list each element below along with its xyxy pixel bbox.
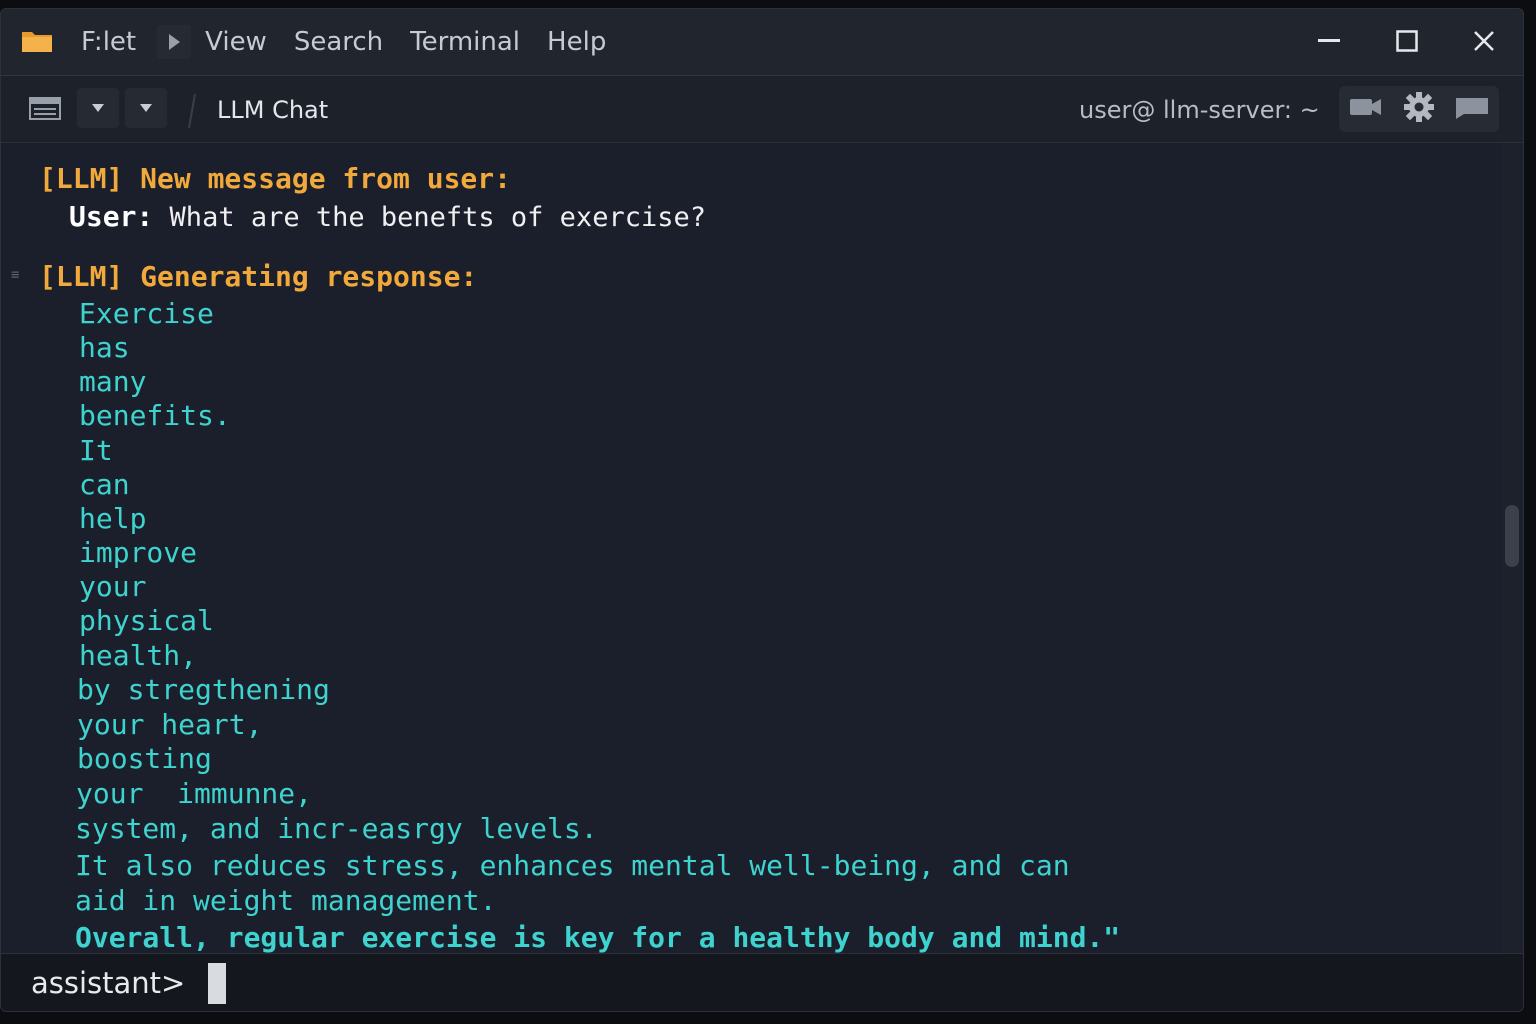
prompt-label: assistant> <box>31 966 186 1000</box>
response-line: can <box>79 468 130 501</box>
tab-separator <box>188 94 196 128</box>
llm-header-generating: [LLM] Generating response: <box>39 260 478 293</box>
dropdown-icon[interactable] <box>125 88 167 128</box>
host-label: user@ llm-server: ~ <box>1079 96 1320 124</box>
response-line: aid in weight management. <box>75 884 497 917</box>
response-line: system, and incr-easrgy levels. <box>75 812 598 845</box>
terminal-window: F:let View Search Terminal Help LLM Chat… <box>0 8 1524 1012</box>
user-label: User: <box>69 200 154 233</box>
response-line: It <box>79 434 113 467</box>
menu-view[interactable]: View <box>205 25 267 59</box>
response-line: Overall, regular exercise is key for a h… <box>75 921 1121 954</box>
response-line: boosting <box>77 742 212 775</box>
menu-bar: F:let View Search Terminal Help <box>81 25 633 59</box>
maximize-icon[interactable] <box>1387 23 1427 59</box>
user-question: What are the benefts of exercise? <box>153 202 706 233</box>
response-line: physical <box>79 604 214 637</box>
menu-file[interactable]: F:let <box>81 25 136 59</box>
response-line: has <box>79 331 130 364</box>
response-line: It also reduces stress, enhances mental … <box>75 849 1070 882</box>
gear-icon[interactable] <box>1403 91 1435 127</box>
response-line: many <box>79 365 147 398</box>
response-line: your heart, <box>77 708 263 741</box>
message-icon[interactable] <box>1454 94 1490 124</box>
minimize-icon[interactable] <box>1309 23 1349 59</box>
menu-help[interactable]: Help <box>547 25 606 59</box>
folder-icon <box>21 29 53 53</box>
gutter-marker: ≡ <box>11 267 20 283</box>
menu-terminal[interactable]: Terminal <box>410 25 520 59</box>
toolbar: LLM Chat user@ llm-server: ~ <box>1 76 1523 143</box>
close-icon[interactable] <box>1464 23 1504 59</box>
response-line: improve <box>79 536 198 569</box>
llm-header-new-message: [LLM] New message from user: <box>39 162 512 195</box>
terminal-output[interactable]: ≡ [LLM] New message from user: User: Wha… <box>1 143 1501 954</box>
response-line: benefits. <box>79 399 231 432</box>
response-line: health, <box>79 639 198 672</box>
camera-icon[interactable] <box>1348 94 1384 124</box>
response-line: your <box>79 570 147 603</box>
scrollbar-thumb[interactable] <box>1505 505 1519 567</box>
toolbar-actions <box>1339 86 1499 132</box>
sidebar-icon[interactable] <box>21 88 69 128</box>
response-line: your immunne, <box>76 777 313 810</box>
response-line: by stregthening <box>77 673 330 706</box>
dropdown-icon[interactable] <box>77 88 119 128</box>
response-line: Exercise <box>79 297 214 330</box>
response-line: help <box>79 502 147 535</box>
tab-title[interactable]: LLM Chat <box>217 94 328 126</box>
title-bar: F:let View Search Terminal Help <box>1 9 1523 76</box>
text-cursor[interactable] <box>208 963 226 1004</box>
user-message-line: User: What are the benefts of exercise? <box>69 199 706 239</box>
chevron-right-icon[interactable] <box>157 25 192 59</box>
prompt-bar[interactable]: assistant> <box>1 953 1523 1011</box>
menu-search[interactable]: Search <box>294 25 383 59</box>
